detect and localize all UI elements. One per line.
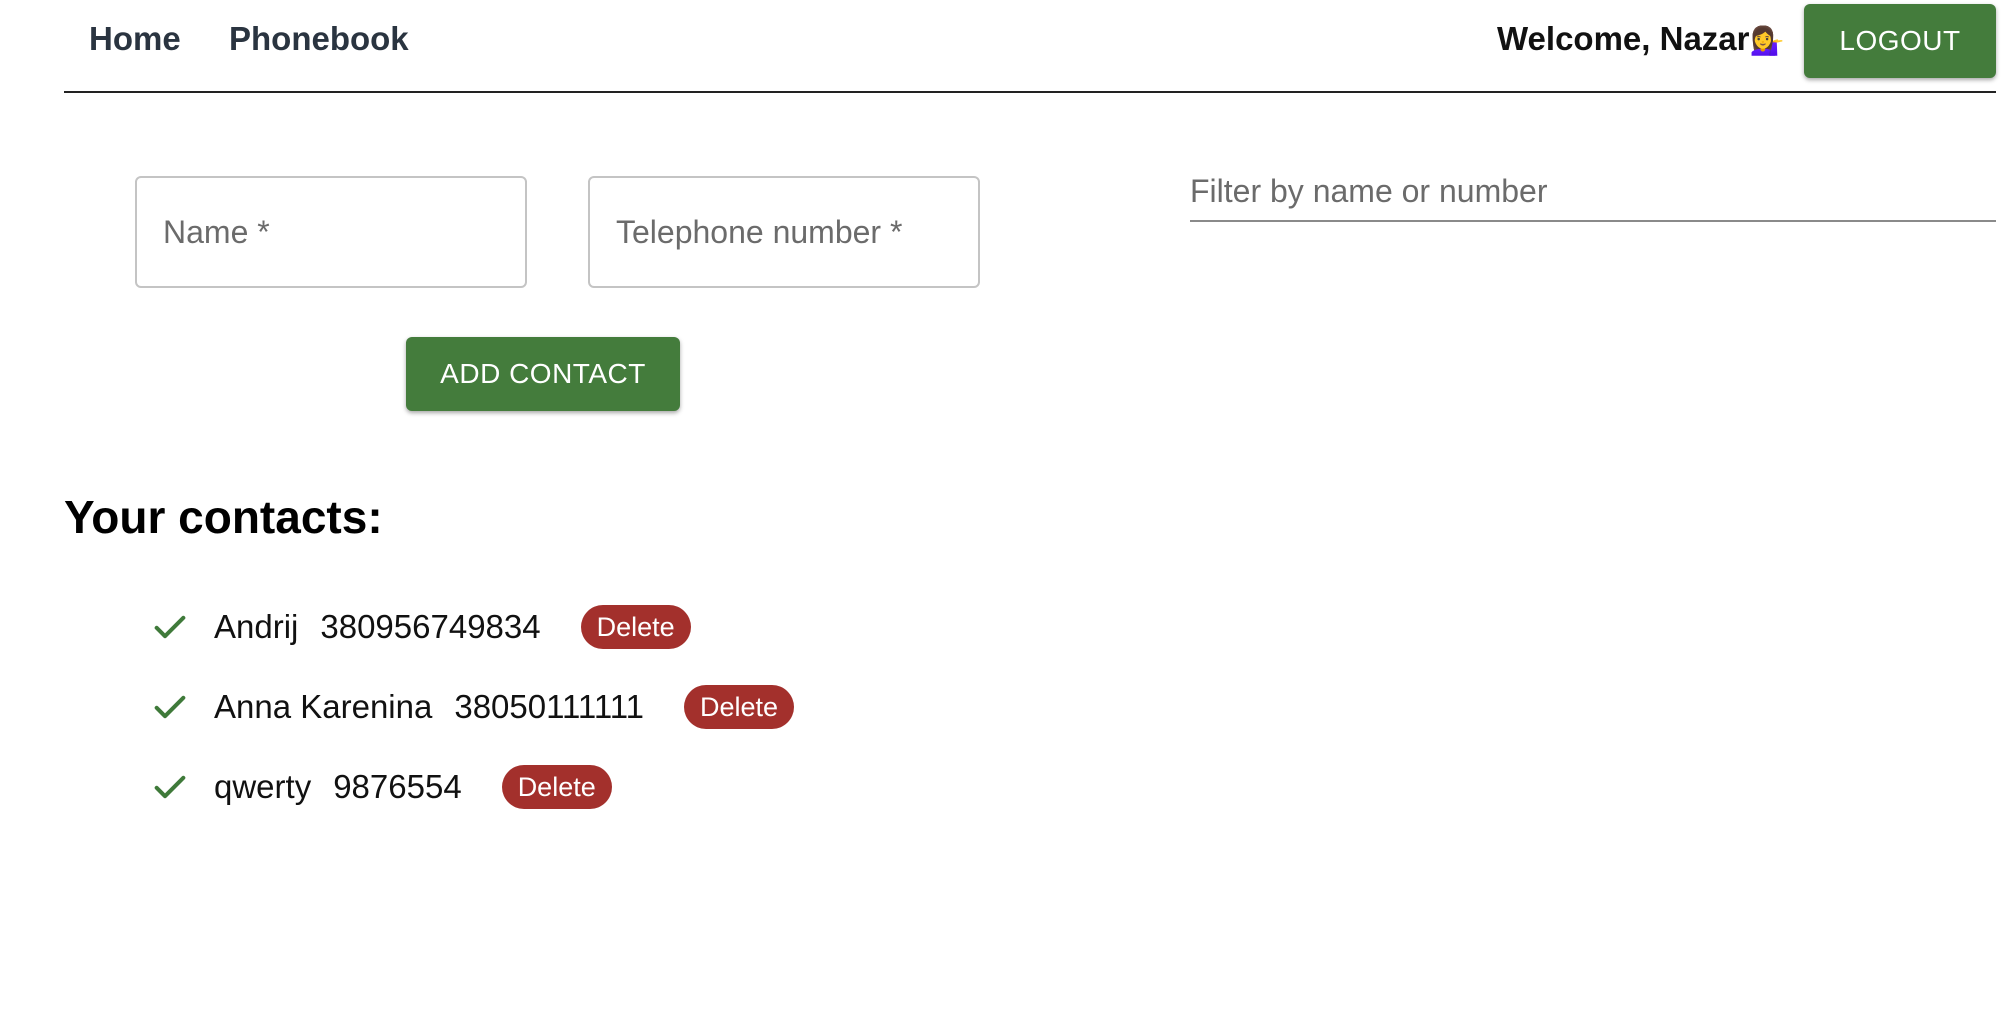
contact-name: Andrij bbox=[214, 608, 299, 645]
filter-input[interactable] bbox=[1190, 162, 1996, 220]
contacts-heading: Your contacts: bbox=[64, 491, 383, 543]
check-icon bbox=[154, 775, 186, 799]
delete-contact-button[interactable]: Delete bbox=[683, 685, 795, 729]
contact-item: qwerty 9876554 Delete bbox=[150, 762, 612, 812]
welcome-text: Welcome, Nazar bbox=[1497, 20, 1750, 57]
check-icon bbox=[154, 615, 186, 639]
contact-number: 38050111111 bbox=[454, 688, 644, 725]
phonebook-page: Home Phonebook Welcome, Nazar💁‍♀️ LOGOUT… bbox=[0, 0, 2012, 1028]
app-header: Home Phonebook Welcome, Nazar💁‍♀️ LOGOUT bbox=[64, 0, 1996, 93]
person-tipping-hand-emoji-icon: 💁‍♀️ bbox=[1749, 24, 1785, 57]
telephone-field bbox=[588, 176, 980, 288]
nav-home-link[interactable]: Home bbox=[89, 20, 181, 58]
delete-contact-button[interactable]: Delete bbox=[501, 765, 612, 809]
contact-item: Andrij 380956749834 Delete bbox=[150, 602, 691, 652]
check-icon bbox=[154, 695, 186, 719]
delete-contact-button[interactable]: Delete bbox=[580, 605, 691, 649]
contact-name: qwerty bbox=[214, 768, 312, 805]
filter-field bbox=[1190, 162, 1996, 222]
contact-number: 380956749834 bbox=[320, 608, 541, 645]
telephone-input[interactable] bbox=[590, 178, 978, 286]
contact-name: Anna Karenina bbox=[214, 688, 433, 725]
contact-item: Anna Karenina 38050111111 Delete bbox=[150, 682, 795, 732]
logout-button[interactable]: LOGOUT bbox=[1804, 4, 1996, 78]
add-contact-button[interactable]: ADD CONTACT bbox=[406, 337, 680, 411]
contact-number: 9876554 bbox=[333, 768, 462, 805]
name-field bbox=[135, 176, 527, 288]
welcome-message: Welcome, Nazar💁‍♀️ bbox=[1497, 20, 1784, 58]
name-input[interactable] bbox=[137, 178, 525, 286]
nav-phonebook-link[interactable]: Phonebook bbox=[229, 20, 409, 58]
